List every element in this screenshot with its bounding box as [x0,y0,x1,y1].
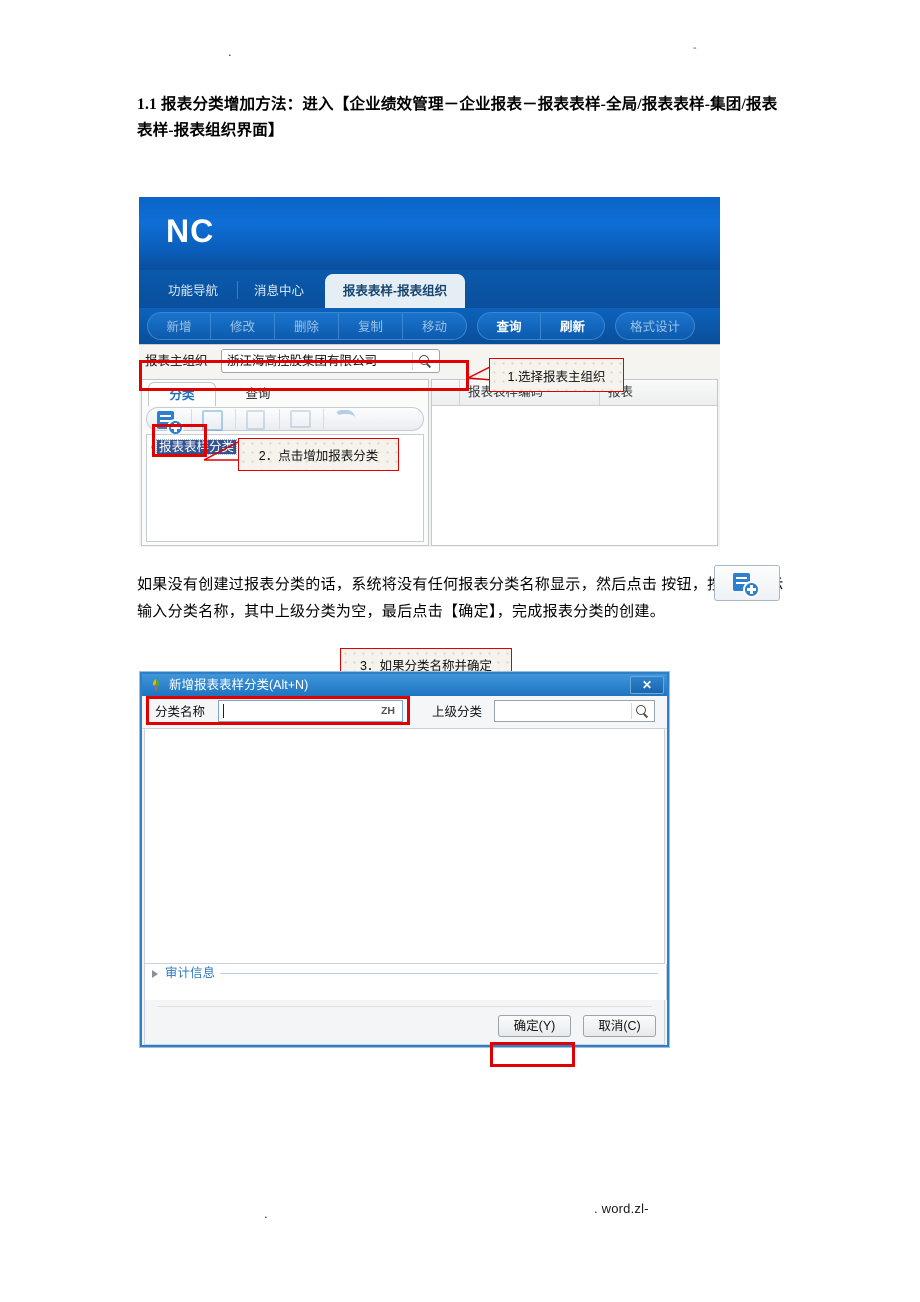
dialog-close-button[interactable]: ✕ [630,676,664,694]
delete-icon [290,410,311,433]
dialog-cancel-button[interactable]: 取消(C) [583,1015,656,1037]
dialog-title-bar: 新增报表表样分类(Alt+N) ✕ [142,674,667,696]
callout-2-text: 2．点击增加报表分类 [258,449,379,463]
highlight-box-main-org [139,360,469,391]
leaf-icon [152,679,160,691]
magnifier-icon [635,704,649,718]
refresh-icon [334,410,355,432]
audit-info-rule [220,973,658,974]
audit-info-section[interactable]: 审计信息 [144,964,667,1000]
callout-1: 1.选择报表主组织 [489,358,624,392]
toolbar-button-add[interactable]: 新增 [147,312,211,340]
add-category-dialog: 新增报表表样分类(Alt+N) ✕ 分类名称 ZH 上级分类 审计信息 确定(Y… [140,672,669,1047]
nc-tab-report-template-org[interactable]: 报表表样-报表组织 [325,274,465,308]
toolbar-button-query[interactable]: 查询 [477,312,541,340]
parent-category-input[interactable] [494,700,655,722]
highlight-box-category-name-field [146,696,410,725]
add-category-icon [733,572,760,599]
nc-brand-bar: NC [139,197,720,270]
parent-category-search-button[interactable] [631,703,652,719]
audit-info-label: 审计信息 [165,966,216,980]
nc-logo: NC [166,213,215,249]
tree-toolbar-delete-button[interactable] [280,409,324,429]
toolbar-button-refresh[interactable]: 刷新 [541,312,605,340]
parent-category-label: 上级分类 [432,705,483,719]
dialog-footer: 确定(Y) 取消(C) [144,1000,665,1045]
inline-add-category-button-image [714,565,780,601]
page-header-left-mark: . [228,44,232,59]
toolbar-button-move[interactable]: 移动 [403,312,467,340]
report-grid-panel: 报表表样编码 报表 [431,379,718,546]
tree-toolbar-refresh-button[interactable] [324,409,368,429]
dialog-body-canvas [144,728,665,964]
callout-3-text: 3．如果分类名称并确定 [360,658,492,673]
copy-icon [246,410,265,435]
toolbar-button-format-design[interactable]: 格式设计 [615,312,695,340]
section-heading: 1.1 报表分类增加方法：进入【企业绩效管理－企业报表－报表表样-全局/报表表样… [137,96,778,139]
page-footer-right-mark: . word.zl- [594,1201,649,1216]
nc-tab-divider [237,281,238,299]
nc-tab-bar: 功能导航 消息中心 报表表样-报表组织 [139,270,720,308]
nc-tab-message-center[interactable]: 消息中心 [243,276,315,308]
nc-tab-function-nav[interactable]: 功能导航 [153,276,233,308]
page-footer-left-mark: . [264,1206,268,1221]
triangle-right-icon [152,970,158,978]
body-paragraph: 如果没有创建过报表分类的话，系统将没有任何报表分类名称显示，然后点击 按钮，按屏… [137,577,784,620]
nc-toolbar: 新增 修改 删除 复制 移动 查询 刷新 格式设计 [139,308,720,344]
dialog-confirm-button[interactable]: 确定(Y) [498,1015,571,1037]
highlight-box-add-category [152,424,207,457]
callout-2: 2．点击增加报表分类 [238,438,399,471]
toolbar-button-delete[interactable]: 删除 [275,312,339,340]
highlight-box-confirm-button [490,1042,575,1067]
toolbar-button-edit[interactable]: 修改 [211,312,275,340]
callout-1-text: 1.选择报表主组织 [507,369,606,384]
footer-rule [157,1006,652,1007]
tree-toolbar-copy-button[interactable] [236,409,280,430]
page-header-right-mark: - [693,42,697,54]
dialog-title-text: 新增报表表样分类(Alt+N) [169,678,309,692]
toolbar-button-copy[interactable]: 复制 [339,312,403,340]
